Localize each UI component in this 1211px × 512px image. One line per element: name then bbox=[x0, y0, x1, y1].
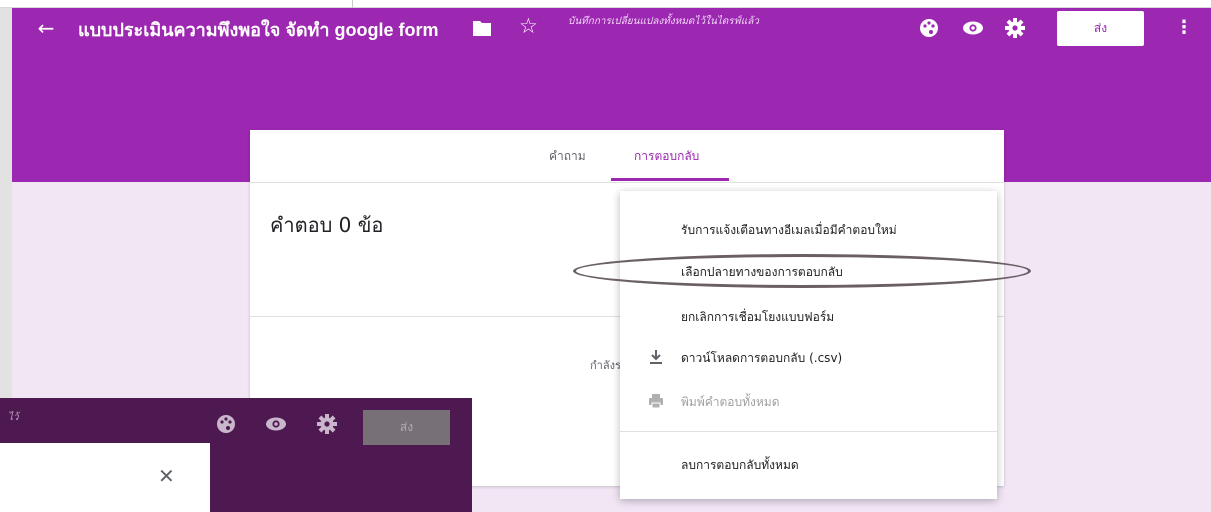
form-title[interactable]: แบบประเมินความพึงพอใจ จัดทำ google form bbox=[78, 18, 439, 42]
send-button[interactable]: ส่ง bbox=[1057, 11, 1144, 46]
save-status: บันทึกการเปลี่ยนแปลงทั้งหมดไว้ในไดรฟ์แล้… bbox=[568, 16, 759, 27]
responses-count: คำตอบ 0 ข้อ bbox=[270, 213, 384, 237]
tab-questions[interactable]: คำถาม bbox=[549, 148, 586, 164]
download-icon bbox=[650, 350, 662, 364]
menu-item-unlink-form[interactable]: ยกเลิกการเชื่อมโยงแบบฟอร์ม bbox=[620, 297, 997, 337]
print-icon bbox=[649, 394, 663, 409]
menu-item-label: ยกเลิกการเชื่อมโยงแบบฟอร์ม bbox=[681, 310, 835, 324]
edge-notch bbox=[352, 0, 353, 8]
more-vertical-icon[interactable]: ⋮ bbox=[1175, 17, 1193, 39]
waiting-status: กำลังร bbox=[590, 359, 621, 372]
menu-item-label: พิมพ์คำตอบทั้งหมด bbox=[681, 395, 780, 409]
inset-screenshot: ไว้ ส่ง ✕ bbox=[0, 398, 472, 512]
tabs-divider bbox=[250, 182, 1004, 183]
menu-item-label: รับการแจ้งเตือนทางอีเมลเมื่อมีคำตอบใหม่ bbox=[681, 223, 897, 237]
star-icon[interactable]: ☆ bbox=[519, 14, 538, 38]
inset-dialog: ✕ bbox=[0, 443, 210, 512]
menu-item-print-responses[interactable]: พิมพ์คำตอบทั้งหมด bbox=[620, 382, 997, 422]
inset-save-status: ไว้ bbox=[8, 412, 19, 423]
highlight-annotation bbox=[573, 254, 1031, 288]
gear-icon[interactable] bbox=[1004, 17, 1026, 39]
palette-icon[interactable] bbox=[918, 17, 940, 39]
inset-send-button[interactable]: ส่ง bbox=[363, 410, 450, 445]
menu-item-delete-all-responses[interactable]: ลบการตอบกลับทั้งหมด bbox=[620, 445, 997, 485]
arrow-left-icon[interactable]: ← bbox=[34, 16, 58, 40]
responses-options-menu: รับการแจ้งเตือนทางอีเมลเมื่อมีคำตอบใหม่ … bbox=[620, 191, 997, 499]
menu-item-label: ลบการตอบกลับทั้งหมด bbox=[681, 458, 799, 472]
active-tab-indicator bbox=[611, 178, 729, 181]
eye-icon[interactable] bbox=[265, 413, 287, 435]
eye-icon[interactable] bbox=[962, 17, 984, 39]
palette-icon[interactable] bbox=[215, 413, 237, 435]
window-edge-top bbox=[0, 0, 1211, 8]
gear-icon[interactable] bbox=[316, 413, 338, 435]
menu-item-download-csv[interactable]: ดาวน์โหลดการตอบกลับ (.csv) bbox=[620, 338, 997, 378]
folder-icon[interactable] bbox=[472, 19, 492, 37]
menu-item-email-notifications[interactable]: รับการแจ้งเตือนทางอีเมลเมื่อมีคำตอบใหม่ bbox=[620, 210, 997, 250]
close-icon[interactable]: ✕ bbox=[158, 465, 175, 487]
menu-item-label: ดาวน์โหลดการตอบกลับ (.csv) bbox=[681, 351, 843, 365]
tab-responses[interactable]: การตอบกลับ bbox=[634, 148, 699, 164]
menu-divider bbox=[620, 431, 997, 432]
